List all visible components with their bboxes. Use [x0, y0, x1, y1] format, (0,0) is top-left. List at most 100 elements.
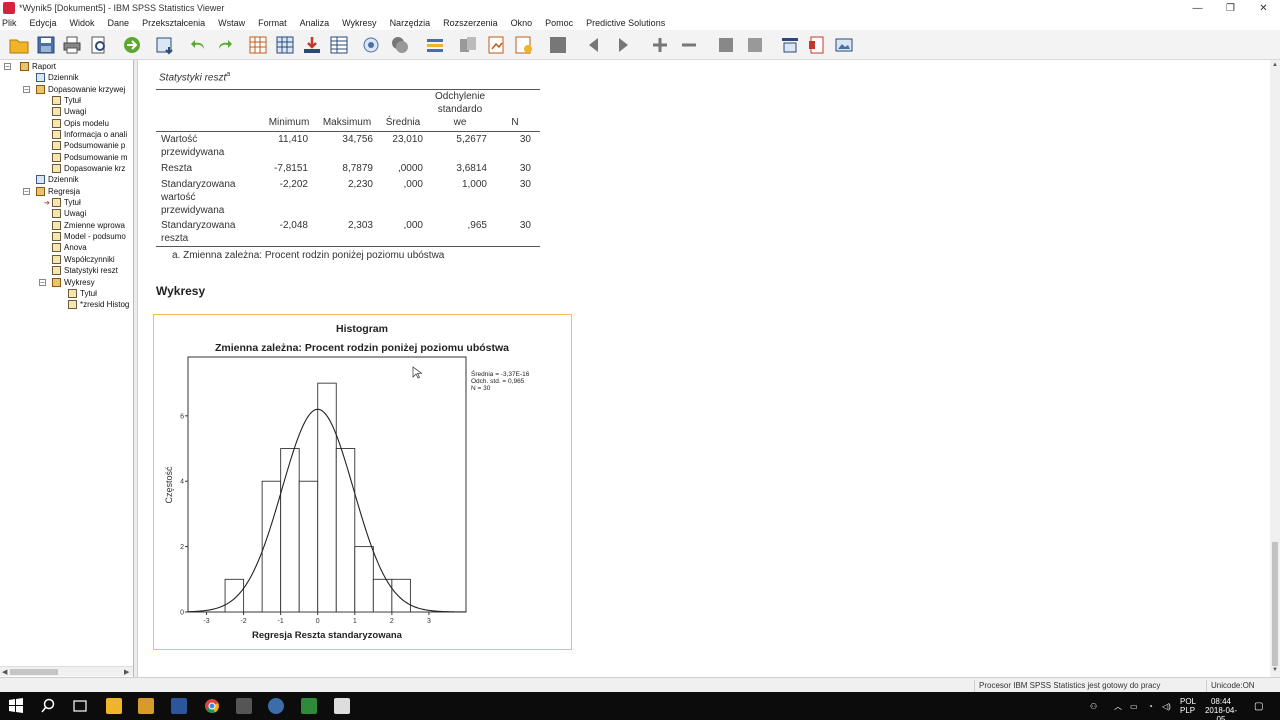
tray-chevron-icon[interactable]: ︿ — [1114, 702, 1122, 711]
goto-case-icon[interactable] — [275, 35, 295, 55]
menu-format[interactable]: Format — [258, 18, 287, 28]
outline-item-podsumowanie-p[interactable]: Podsumowanie p — [52, 140, 125, 151]
outline-horizontal-scrollbar[interactable]: ◀ ▶ — [0, 666, 133, 676]
outline-item-model-podsumowanie[interactable]: Model - podsumo — [52, 231, 126, 242]
wifi-icon[interactable]: ◔ — [1148, 702, 1153, 711]
chrome-icon[interactable] — [204, 698, 220, 714]
outline-item-tytul[interactable]: Tytuł — [52, 95, 81, 106]
save-icon[interactable] — [36, 35, 56, 55]
battery-icon[interactable]: ▭ — [1130, 702, 1138, 711]
menu-plik[interactable]: Plik — [2, 18, 17, 28]
promote-icon[interactable] — [458, 35, 478, 55]
media-app-icon[interactable] — [138, 698, 154, 714]
insert-heading-icon[interactable] — [780, 35, 800, 55]
nav-forward-icon[interactable] — [613, 35, 633, 55]
excel-app-icon[interactable] — [301, 698, 317, 714]
show-all-icon[interactable] — [548, 35, 568, 55]
nav-back-icon[interactable] — [584, 35, 604, 55]
goto-data-icon[interactable] — [248, 35, 268, 55]
hide-icon[interactable] — [745, 35, 765, 55]
show-icon[interactable] — [716, 35, 736, 55]
minimize-button[interactable]: — — [1181, 0, 1214, 16]
undo-icon[interactable] — [188, 35, 208, 55]
outline-item-zresid-histogram[interactable]: *zresid Histog — [68, 299, 129, 310]
expand-toggle-dopasowanie[interactable]: – — [23, 86, 30, 93]
outline-item-zmienne[interactable]: Zmienne wprowa — [52, 220, 125, 231]
expand-toggle-raport[interactable]: – — [4, 63, 11, 70]
histogram-chart-frame[interactable]: Histogram Zmienna zależna: Procent rodzi… — [153, 314, 572, 650]
people-icon[interactable]: ⚇ — [1090, 702, 1097, 711]
menu-dane[interactable]: Dane — [108, 18, 130, 28]
outline-item-regresja[interactable]: Regresja — [36, 186, 80, 197]
menu-rozszerzenia[interactable]: Rozszerzenia — [443, 18, 498, 28]
scroll-left-icon[interactable]: ◀ — [2, 668, 7, 676]
menu-analiza[interactable]: Analiza — [300, 18, 330, 28]
variables-icon[interactable] — [329, 35, 349, 55]
content-scroll-thumb[interactable] — [1272, 542, 1278, 666]
calculator-icon[interactable] — [236, 698, 252, 714]
outline-item-podsumowanie-m[interactable]: Podsumowanie m — [52, 152, 128, 163]
volume-icon[interactable]: ◁) — [1162, 702, 1171, 711]
outline-item-uwagi[interactable]: Uwagi — [52, 106, 86, 117]
outline-item-opis-modelu[interactable]: Opis modelu — [52, 118, 109, 129]
outline-item-dopasowanie-krz[interactable]: Dopasowanie krz — [52, 163, 125, 174]
insert-chart-icon[interactable] — [487, 35, 507, 55]
print-preview-icon[interactable] — [89, 35, 109, 55]
scroll-right-icon[interactable]: ▶ — [124, 668, 129, 676]
print-icon[interactable] — [62, 35, 82, 55]
spss-output-window-icon[interactable] — [334, 698, 350, 714]
outline-item-informacja[interactable]: Informacja o anali — [52, 129, 127, 140]
menu-widok[interactable]: Widok — [70, 18, 95, 28]
menu-wykresy[interactable]: Wykresy — [342, 18, 376, 28]
outline-item-wykresy[interactable]: Wykresy — [52, 277, 95, 288]
expand-toggle-wykresy[interactable]: – — [39, 279, 46, 286]
outline-item-raport[interactable]: Raport — [20, 61, 56, 72]
menu-edycja[interactable]: Edycja — [30, 18, 57, 28]
outline-item-statystyki-reszt[interactable]: Statystyki reszt — [52, 265, 118, 276]
expand-toggle-regresja[interactable]: – — [23, 188, 30, 195]
menu-przeksztalcenia[interactable]: Przekształcenia — [142, 18, 205, 28]
insert-image-icon[interactable] — [834, 35, 854, 55]
windows-start-icon[interactable] — [8, 698, 24, 714]
close-button[interactable]: ✕ — [1247, 0, 1280, 16]
menu-narzedzia[interactable]: Narzędzia — [390, 18, 431, 28]
value-labels-icon[interactable] — [390, 35, 410, 55]
scroll-down-icon[interactable]: ▼ — [1272, 667, 1278, 673]
outline-item-tytul-2[interactable]: ➔ Tytuł — [44, 197, 81, 208]
menu-pomoc[interactable]: Pomoc — [545, 18, 573, 28]
expand-icon[interactable] — [650, 35, 670, 55]
outline-item-tytul-3[interactable]: Tytuł — [68, 288, 97, 299]
outline-item-wspolczynniki[interactable]: Współczynniki — [52, 254, 115, 265]
outline-item-dziennik-2[interactable]: Dziennik — [36, 174, 79, 185]
open-folder-icon[interactable] — [9, 35, 29, 55]
menu-predictive-solutions[interactable]: Predictive Solutions — [586, 18, 665, 28]
restore-button[interactable]: ❐ — [1214, 0, 1247, 16]
language-indicator[interactable]: POL PLP — [1180, 697, 1196, 715]
clock[interactable]: 08:44 2018-04-05 — [1201, 697, 1241, 720]
redo-icon[interactable] — [215, 35, 235, 55]
word-icon[interactable] — [171, 698, 187, 714]
outline-item-dopasowanie-krzywej[interactable]: Dopasowanie krzywej — [36, 84, 125, 95]
recall-dialog-icon[interactable] — [155, 35, 175, 55]
outline-item-uwagi-2[interactable]: Uwagi — [52, 208, 86, 219]
scroll-up-icon[interactable]: ▲ — [1272, 62, 1278, 68]
spss-taskbar-icon[interactable] — [268, 698, 284, 714]
insert-variable-icon[interactable] — [302, 35, 322, 55]
menu-wstaw[interactable]: Wstaw — [218, 18, 245, 28]
outline-scroll-thumb[interactable] — [10, 669, 58, 675]
select-cases-icon[interactable] — [362, 35, 382, 55]
export-icon[interactable] — [122, 35, 142, 55]
task-view-icon[interactable] — [72, 698, 88, 714]
designate-window-icon[interactable] — [425, 35, 445, 55]
collapse-icon[interactable] — [679, 35, 699, 55]
notifications-icon[interactable]: ▢ — [1254, 702, 1263, 712]
content-vertical-scrollbar[interactable]: ▲ ▼ — [1270, 60, 1280, 677]
menu-okno[interactable]: Okno — [511, 18, 533, 28]
insert-title-icon[interactable] — [514, 35, 534, 55]
outline-item-anova[interactable]: Anova — [52, 242, 87, 253]
insert-text-icon[interactable] — [807, 35, 827, 55]
outline-item-dziennik[interactable]: Dziennik — [36, 72, 79, 83]
search-icon[interactable] — [40, 698, 56, 714]
spss-viewer-window: *Wynik5 [Dokument5] - IBM SPSS Statistic… — [0, 0, 1280, 720]
file-explorer-icon[interactable] — [106, 698, 122, 714]
